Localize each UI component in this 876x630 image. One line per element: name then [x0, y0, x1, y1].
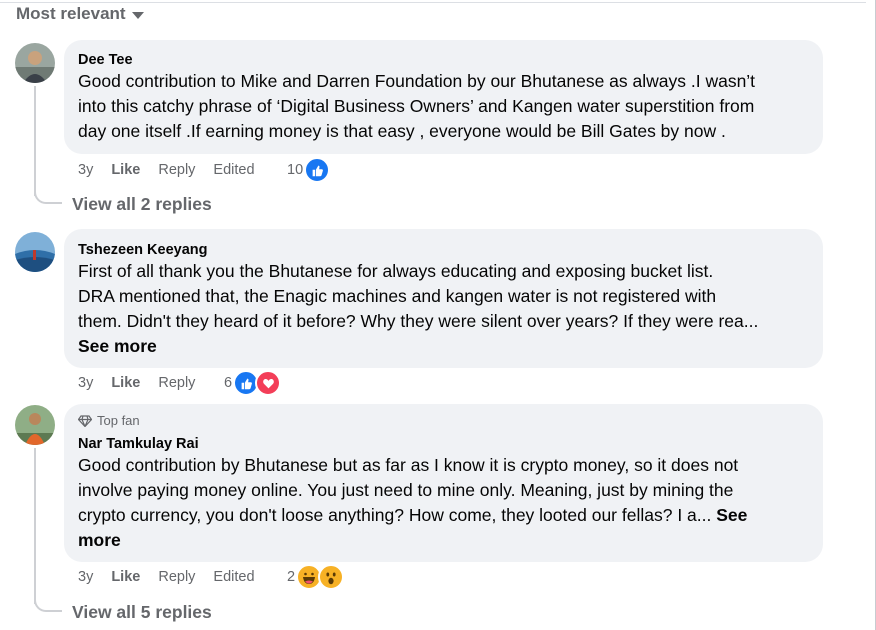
comment-actions: 3y Like Reply Edited	[78, 566, 273, 588]
reply-thread-elbow	[34, 594, 62, 612]
comment-text: Good contribution by Bhutanese but as fa…	[78, 453, 809, 553]
top-divider	[0, 0, 866, 3]
comment-line: crypto currency, you don't loose anythin…	[78, 503, 809, 528]
comment-line: day one itself .If earning money is that…	[78, 121, 726, 141]
love-icon	[255, 370, 282, 396]
comment-line: Good contribution by Bhutanese but as fa…	[78, 455, 739, 475]
badge-label: Top fan	[97, 413, 140, 428]
reaction-summary[interactable]: 6	[224, 370, 282, 396]
comment-actions: 3y Like Reply Edited	[78, 159, 273, 181]
reply-thread-line	[34, 448, 36, 604]
see-more-link[interactable]: See more	[78, 334, 809, 359]
like-button[interactable]: Like	[111, 162, 140, 178]
comment-author[interactable]: Tshezeen Keeyang	[78, 241, 809, 259]
top-fan-badge[interactable]: Top fan	[78, 413, 809, 429]
sort-dropdown[interactable]: Most relevant	[16, 4, 144, 24]
view-replies-link[interactable]: View all 2 replies	[72, 194, 212, 215]
reaction-summary[interactable]: 2	[287, 564, 345, 590]
sort-label: Most relevant	[16, 4, 126, 23]
reaction-summary[interactable]: 10	[287, 157, 331, 183]
wow-icon	[318, 564, 345, 590]
comment-line: First of all thank you the Bhutanese for…	[78, 261, 714, 281]
comment-author[interactable]: Nar Tamkulay Rai	[78, 435, 809, 453]
comment-bubble: Dee Tee Good contribution to Mike and Da…	[64, 40, 823, 154]
reply-thread-elbow	[34, 186, 62, 204]
reply-button[interactable]: Reply	[158, 375, 195, 391]
comment-line: DRA mentioned that, the Enagic machines …	[78, 286, 717, 306]
edited-label[interactable]: Edited	[213, 569, 254, 585]
reply-thread-line	[34, 86, 36, 196]
timestamp[interactable]: 3y	[78, 375, 93, 391]
comment-line-text: crypto currency, you don't loose anythin…	[78, 505, 712, 525]
comment-bubble: Tshezeen Keeyang First of all thank you …	[64, 229, 823, 368]
see-more-link-continued[interactable]: more	[78, 528, 809, 553]
like-icon	[304, 157, 331, 183]
comment-line: involve paying money online. You just ne…	[78, 480, 734, 500]
diamond-icon	[78, 415, 92, 427]
comment-bubble: Top fan Nar Tamkulay Rai Good contributi…	[64, 404, 823, 562]
comment-text: Good contribution to Mike and Darren Fou…	[78, 69, 809, 144]
timestamp[interactable]: 3y	[78, 162, 93, 178]
avatar[interactable]	[15, 405, 55, 445]
avatar[interactable]	[15, 232, 55, 272]
comment-line: Good contribution to Mike and Darren Fou…	[78, 71, 756, 91]
reaction-count: 2	[287, 569, 296, 585]
view-replies-link[interactable]: View all 5 replies	[72, 602, 212, 623]
comment-line: them. Didn't they heard of it before? Wh…	[78, 311, 759, 331]
like-button[interactable]: Like	[111, 569, 140, 585]
comment-actions: 3y Like Reply	[78, 372, 213, 394]
timestamp[interactable]: 3y	[78, 569, 93, 585]
comment-text: First of all thank you the Bhutanese for…	[78, 259, 809, 359]
reaction-count: 10	[287, 162, 304, 178]
like-button[interactable]: Like	[111, 375, 140, 391]
reaction-count: 6	[224, 375, 233, 391]
reply-button[interactable]: Reply	[158, 162, 195, 178]
comment-line: into this catchy phrase of ‘Digital Busi…	[78, 96, 755, 116]
avatar[interactable]	[15, 43, 55, 83]
edited-label[interactable]: Edited	[213, 162, 254, 178]
see-more-link[interactable]: See	[716, 505, 747, 525]
reply-button[interactable]: Reply	[158, 569, 195, 585]
comment-author[interactable]: Dee Tee	[78, 51, 809, 69]
caret-down-icon	[131, 11, 144, 19]
